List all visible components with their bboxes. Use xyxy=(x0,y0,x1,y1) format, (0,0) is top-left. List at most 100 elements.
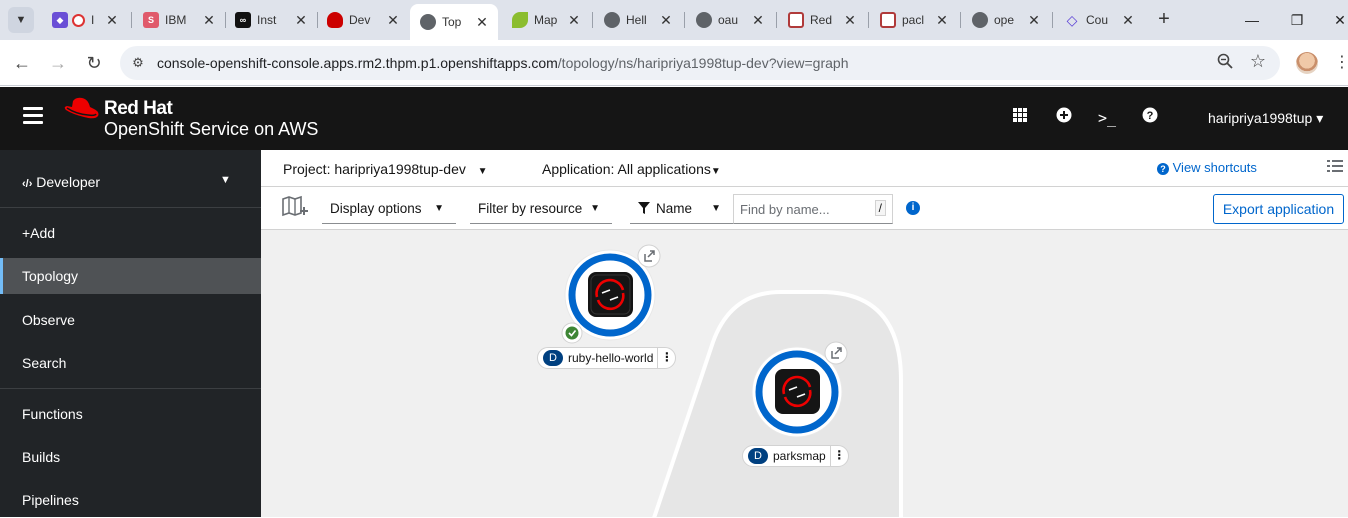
display-options-dropdown[interactable]: Display options ▼ xyxy=(322,194,456,224)
back-button[interactable]: ← xyxy=(10,51,34,75)
browser-tab-11[interactable]: ope ✕ xyxy=(962,4,1050,36)
view-shortcuts-link[interactable]: ? View shortcuts xyxy=(1157,160,1257,175)
filter-icon xyxy=(638,194,650,225)
document-favicon-icon xyxy=(880,12,896,28)
globe-favicon-icon xyxy=(420,14,436,30)
browser-toolbar: ← → ↻ ⚙ console-openshift-console.apps.r… xyxy=(0,40,1348,86)
list-view-icon[interactable] xyxy=(1327,159,1343,175)
sidebar-item-topology[interactable]: Topology xyxy=(0,258,261,294)
address-bar[interactable]: ⚙ console-openshift-console.apps.rm2.thp… xyxy=(120,46,1280,80)
reload-button[interactable]: ↻ xyxy=(82,51,106,75)
node-actions-kebab-icon[interactable]: ⋮ xyxy=(829,446,848,466)
browser-tab-10[interactable]: pacl ✕ xyxy=(870,4,958,36)
site-info-icon[interactable]: ⚙ xyxy=(128,53,148,73)
sidebar-item-functions[interactable]: Functions xyxy=(0,396,261,432)
brand-logo[interactable]: Red Hat OpenShift Service on AWS xyxy=(64,96,344,142)
bookmark-star-icon[interactable]: ☆ xyxy=(1248,51,1268,73)
close-tab-icon[interactable]: ✕ xyxy=(1120,12,1136,29)
hamburger-menu-icon[interactable] xyxy=(23,107,43,125)
node-label-ruby-hello-world[interactable]: D ruby-hello-world ⋮ xyxy=(537,347,677,369)
browser-tab-12[interactable]: ◇ Cou ✕ xyxy=(1054,4,1144,36)
redhat-logo-icon xyxy=(64,97,99,119)
caret-down-icon: ▼ xyxy=(711,203,721,214)
document-favicon-icon xyxy=(788,12,804,28)
close-tab-icon[interactable]: ✕ xyxy=(474,14,490,31)
minimize-window-button[interactable]: — xyxy=(1240,8,1264,32)
caret-down-icon: ▾ xyxy=(1316,110,1324,126)
browser-tab-6[interactable]: Map ✕ xyxy=(502,4,590,36)
help-icon[interactable]: ? xyxy=(1139,107,1161,129)
globe-favicon-icon xyxy=(604,12,620,28)
close-tab-icon[interactable]: ✕ xyxy=(293,12,309,29)
caret-down-icon: ▼ xyxy=(434,203,444,214)
app-launcher-grid-icon[interactable] xyxy=(1009,107,1031,129)
perspective-switcher[interactable]: ‹/› Developer ▼ xyxy=(0,150,261,208)
profile-avatar[interactable] xyxy=(1296,52,1318,74)
browser-tab-3[interactable]: ∞ Inst ✕ xyxy=(225,4,317,36)
quick-create-plus-icon[interactable] xyxy=(1053,107,1075,129)
filter-type-dropdown[interactable]: Name ▼ xyxy=(630,194,733,224)
caret-down-icon: ▼ xyxy=(710,166,721,177)
caret-down-icon: ▼ xyxy=(590,203,600,214)
restore-window-button[interactable]: ❐ xyxy=(1285,8,1309,32)
globe-favicon-icon xyxy=(972,12,988,28)
close-tab-icon[interactable]: ✕ xyxy=(842,12,858,29)
url-text[interactable]: console-openshift-console.apps.rm2.thpm.… xyxy=(157,55,849,71)
project-selector[interactable]: Project: haripriya1998tup-dev ▼ xyxy=(283,161,487,177)
topology-canvas[interactable]: D ruby-hello-world ⋮ D parksmap ⋮ xyxy=(261,230,1348,517)
info-icon[interactable]: i xyxy=(906,201,920,215)
browser-tab-8[interactable]: oau ✕ xyxy=(686,4,774,36)
browser-tab-9[interactable]: Red ✕ xyxy=(778,4,866,36)
new-tab-button[interactable]: + xyxy=(1152,8,1176,32)
node-label-parksmap[interactable]: D parksmap ⋮ xyxy=(742,445,849,467)
globe-favicon-icon xyxy=(696,12,712,28)
record-icon xyxy=(72,13,85,27)
caret-down-icon: ▼ xyxy=(477,166,488,177)
application-selector[interactable]: Application: All applications▼ xyxy=(542,161,721,177)
close-tab-icon[interactable]: ✕ xyxy=(104,12,120,29)
sidebar-item-add[interactable]: +Add xyxy=(0,215,261,251)
export-application-button[interactable]: Export application xyxy=(1213,194,1344,224)
question-circle-icon: ? xyxy=(1157,163,1169,175)
filter-by-resource-dropdown[interactable]: Filter by resource ▼ xyxy=(470,194,612,224)
masthead: Red Hat OpenShift Service on AWS >_ ? ha… xyxy=(0,87,1348,150)
node-actions-kebab-icon[interactable]: ⋮ xyxy=(657,348,675,368)
project-bar: Project: haripriya1998tup-dev ▼ Applicat… xyxy=(261,150,1348,187)
status-success-icon xyxy=(561,322,583,344)
leaf-favicon-icon xyxy=(512,12,528,28)
close-tab-icon[interactable]: ✕ xyxy=(658,12,674,29)
sidebar-item-observe[interactable]: Observe xyxy=(0,302,261,338)
topology-toolbar: Display options ▼ Filter by resource ▼ Nam… xyxy=(261,187,1348,230)
deployment-badge: D xyxy=(543,350,563,366)
browser-tab-active[interactable]: Top ✕ xyxy=(410,4,498,40)
tab-search-button[interactable]: ▼ xyxy=(8,7,34,33)
quick-search-book-icon[interactable] xyxy=(281,195,309,221)
code-icon: ‹/› xyxy=(22,178,33,190)
browser-tab-2[interactable]: S IBM ✕ xyxy=(133,4,225,36)
terminal-icon[interactable]: >_ xyxy=(1096,107,1118,129)
redhat-favicon-icon xyxy=(327,12,343,28)
open-url-icon xyxy=(824,341,848,365)
close-window-button[interactable]: ✕ xyxy=(1328,8,1348,32)
forward-button[interactable]: → xyxy=(46,51,70,75)
infinity-favicon-icon: ∞ xyxy=(235,12,251,28)
user-menu-toggle[interactable]: haripriya1998tup ▾ xyxy=(1208,110,1323,127)
browser-tab-7[interactable]: Hell ✕ xyxy=(594,4,682,36)
close-tab-icon[interactable]: ✕ xyxy=(750,12,766,29)
zoom-icon[interactable] xyxy=(1215,53,1235,73)
close-tab-icon[interactable]: ✕ xyxy=(566,12,582,29)
sidebar-item-builds[interactable]: Builds xyxy=(0,439,261,475)
close-tab-icon[interactable]: ✕ xyxy=(385,12,401,29)
close-tab-icon[interactable]: ✕ xyxy=(201,12,217,29)
sidebar-item-search[interactable]: Search xyxy=(0,345,261,381)
browser-tab-1[interactable]: ◆ I ✕ xyxy=(42,4,128,36)
find-by-name-input[interactable]: Find by name... / xyxy=(733,194,893,224)
sidebar-item-pipelines[interactable]: Pipelines xyxy=(0,482,261,518)
close-tab-icon[interactable]: ✕ xyxy=(1026,12,1042,29)
close-tab-icon[interactable]: ✕ xyxy=(934,12,950,29)
caret-down-icon: ▼ xyxy=(220,174,231,186)
browser-tab-strip: ▼ ◆ I ✕ S IBM ✕ ∞ Inst ✕ Dev ✕ Top ✕ Map… xyxy=(0,0,1348,40)
browser-tab-4[interactable]: Dev ✕ xyxy=(317,4,409,36)
browser-menu-icon[interactable]: ⋮ xyxy=(1334,52,1348,72)
svg-text:?: ? xyxy=(1147,110,1154,122)
